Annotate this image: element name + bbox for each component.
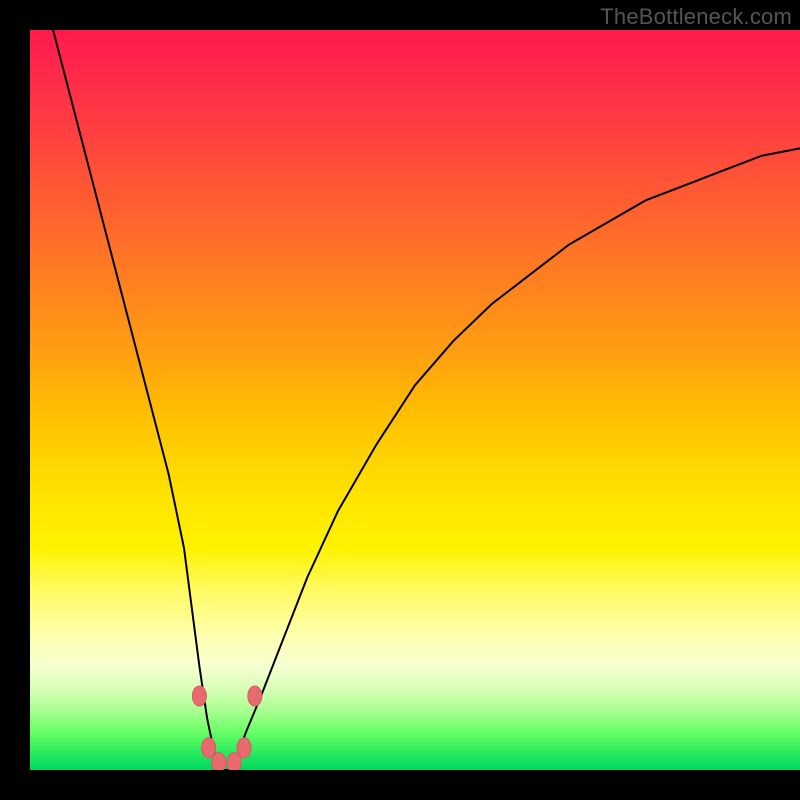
chart-frame: TheBottleneck.com (0, 0, 800, 800)
curve-marker (202, 738, 216, 758)
attribution-text: TheBottleneck.com (600, 4, 792, 30)
curve-path (53, 30, 800, 770)
plot-area (30, 30, 800, 770)
curve-marker (237, 738, 251, 758)
bottleneck-curve (30, 30, 800, 770)
curve-marker (248, 686, 262, 706)
curve-marker (212, 753, 226, 770)
markers (192, 686, 261, 770)
curve-marker (192, 686, 206, 706)
